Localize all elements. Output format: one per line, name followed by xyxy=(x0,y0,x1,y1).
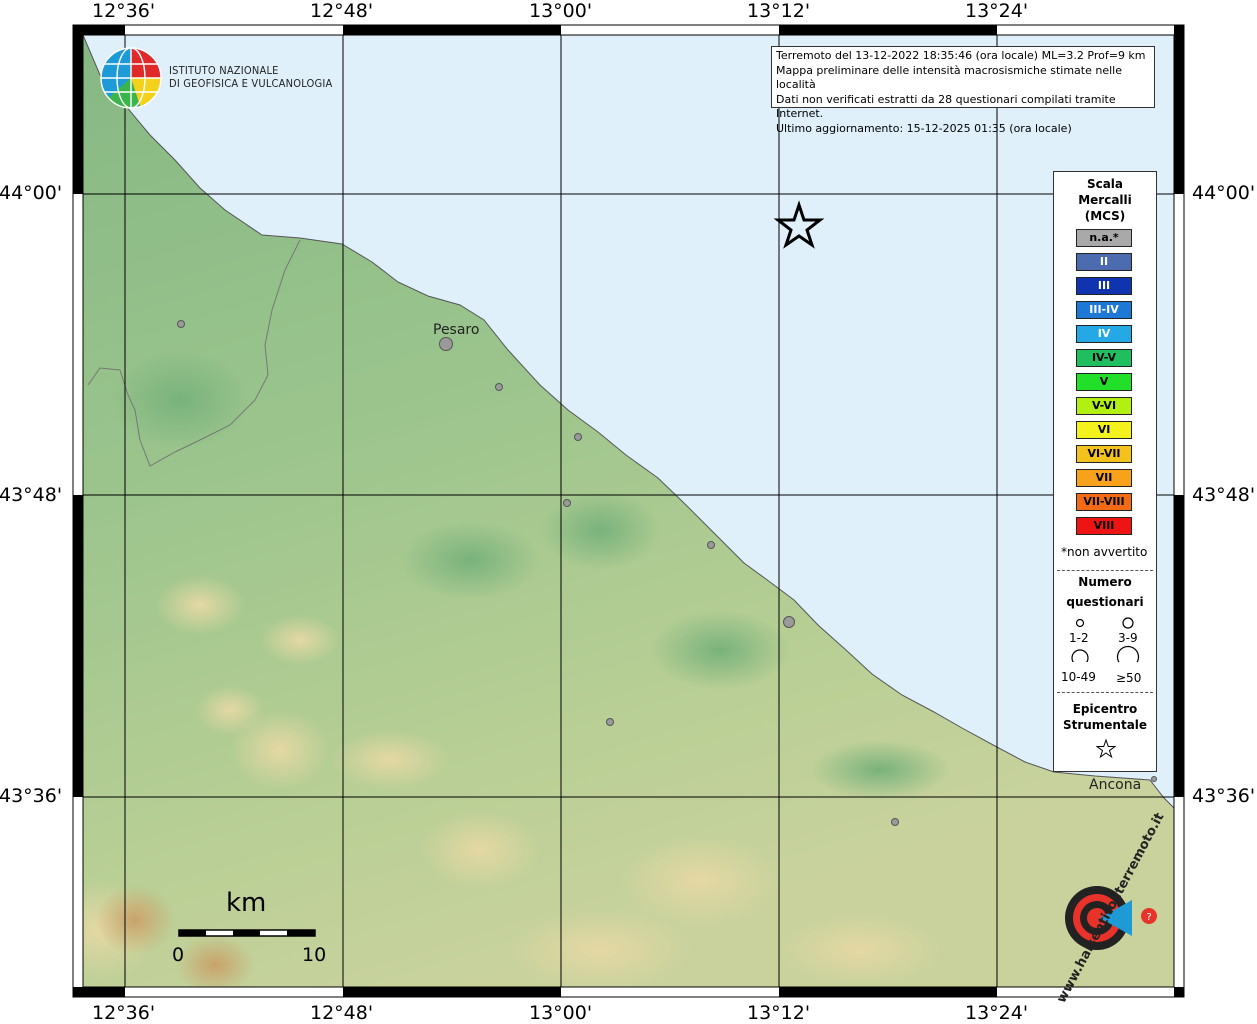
locality-point xyxy=(574,433,582,441)
place-label-pesaro: Pesaro xyxy=(433,322,480,338)
scale-min-label: 0 xyxy=(172,944,185,966)
count-symbol-1-2 xyxy=(1075,618,1085,628)
lon-label-bottom: 12°36' xyxy=(92,1002,156,1024)
mcs-legend: Scala Mercalli (MCS) n.a.* II III III-IV IV I… xyxy=(1053,171,1157,772)
mcs-item: VI xyxy=(1076,421,1132,439)
institute-line-1: ISTITUTO NAZIONALE xyxy=(169,64,279,77)
locality-point xyxy=(606,718,614,726)
mcs-item: IV xyxy=(1076,325,1132,343)
locality-point xyxy=(177,320,185,328)
lon-label-top: 12°36' xyxy=(92,0,156,22)
info-line: Ultimo aggiornamento: 15-12-2025 01:35 (… xyxy=(776,121,1072,135)
mcs-item: IV-V xyxy=(1076,349,1132,367)
locality-point xyxy=(1151,776,1157,782)
scale-unit: km xyxy=(226,888,267,918)
mcs-item: VIII xyxy=(1076,517,1132,535)
scale-bar xyxy=(178,929,316,937)
legend-title-2: Mercalli xyxy=(1078,193,1132,207)
lon-label-bottom: 13°12' xyxy=(747,1002,811,1024)
scale-max-label: 10 xyxy=(302,944,327,966)
mcs-item: VII xyxy=(1076,469,1132,487)
lat-label-right: 43°48' xyxy=(1192,484,1256,506)
lat-label-left: 43°36' xyxy=(0,785,63,807)
locality-point xyxy=(495,383,503,391)
count-symbol-10-49 xyxy=(1071,649,1089,662)
lat-label-left: 43°48' xyxy=(0,484,63,506)
place-label-ancona: Ancona xyxy=(1089,777,1142,793)
locality-point xyxy=(783,616,795,628)
count-label-3-9: 3-9 xyxy=(1118,631,1138,645)
mcs-item: III xyxy=(1076,277,1132,295)
epicenter-title-2: Strumentale xyxy=(1062,718,1148,732)
mcs-item: V xyxy=(1076,373,1132,391)
mcs-item: II xyxy=(1076,253,1132,271)
locality-point xyxy=(891,818,899,826)
lon-label-bottom: 13°24' xyxy=(965,1002,1029,1024)
count-symbol-50 xyxy=(1116,645,1140,662)
count-symbol-3-9 xyxy=(1122,617,1134,629)
svg-text:?: ? xyxy=(1146,912,1151,923)
lat-label-right: 44°00' xyxy=(1192,182,1256,204)
mcs-item: VI-VII xyxy=(1076,445,1132,463)
info-line: Mappa preliminare delle intensità macros… xyxy=(776,63,1122,92)
count-title-2: questionari xyxy=(1066,595,1144,609)
legend-footnote: *non avvertito xyxy=(1061,545,1148,559)
lon-label-bottom: 12°48' xyxy=(310,1002,374,1024)
mcs-item: III-IV xyxy=(1076,301,1132,319)
lon-label-bottom: 13°00' xyxy=(529,1002,593,1024)
ingv-logo-icon xyxy=(100,47,162,109)
event-info-box: Terremoto del 13-12-2022 18:35:46 (ora l… xyxy=(771,46,1155,135)
legend-title-1: Scala xyxy=(1086,177,1124,191)
count-label-10-49: 10-49 xyxy=(1061,670,1096,684)
locality-point xyxy=(439,337,453,351)
epicenter-title-1: Epicentro xyxy=(1072,702,1138,716)
info-line: Terremoto del 13-12-2022 18:35:46 (ora l… xyxy=(776,49,1146,62)
lat-label-right: 43°36' xyxy=(1192,785,1256,807)
mcs-item: V-VI xyxy=(1076,397,1132,415)
epicenter-legend-icon xyxy=(1096,739,1116,759)
mcs-item: n.a.* xyxy=(1076,229,1132,247)
info-line: Dati non verificati estratti da 28 quest… xyxy=(776,92,1116,121)
legend-title-3: (MCS) xyxy=(1084,209,1126,223)
lon-label-top: 13°24' xyxy=(965,0,1029,22)
lon-label-top: 13°12' xyxy=(747,0,811,22)
count-title-1: Numero xyxy=(1078,575,1132,589)
locality-point xyxy=(707,541,715,549)
institute-name: ISTITUTO NAZIONALE DI GEOFISICA E VULCAN… xyxy=(169,64,332,90)
locality-point xyxy=(563,499,571,507)
count-label-1-2: 1-2 xyxy=(1069,631,1089,645)
lat-label-left: 44°00' xyxy=(0,182,63,204)
institute-line-2: DI GEOFISICA E VULCANOLOGIA xyxy=(169,77,333,90)
lon-label-top: 12°48' xyxy=(310,0,374,22)
mcs-item: VII-VIII xyxy=(1076,493,1132,511)
count-label-50: ≥50 xyxy=(1116,671,1142,685)
lon-label-top: 13°00' xyxy=(529,0,593,22)
